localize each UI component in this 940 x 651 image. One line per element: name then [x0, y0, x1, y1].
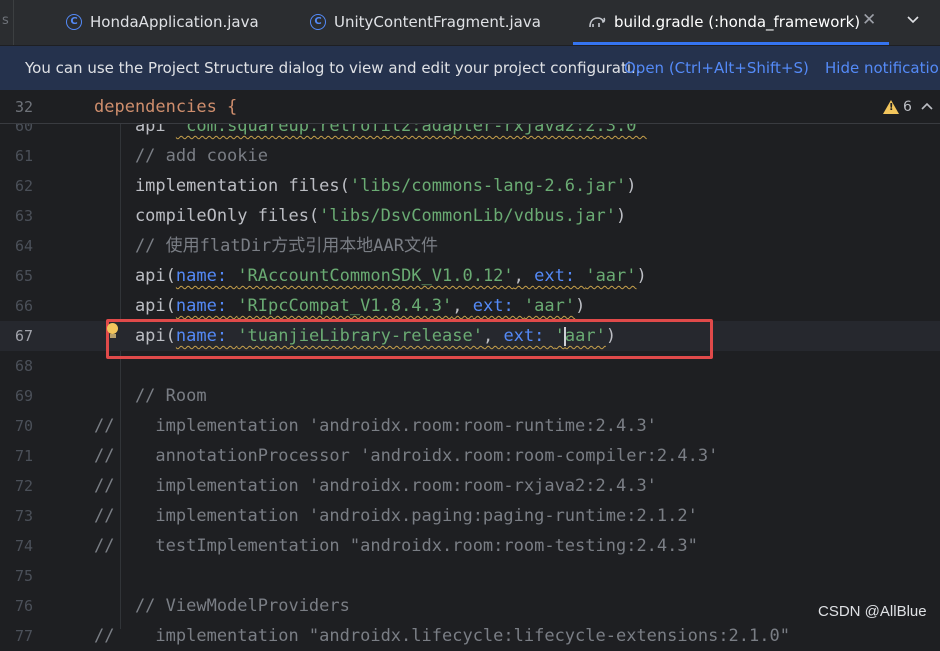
line-number: 69	[15, 387, 34, 405]
hide-notification-link[interactable]: Hide notification	[825, 59, 940, 77]
line-number: 72	[15, 477, 34, 495]
java-class-icon: C	[66, 14, 82, 30]
code-token: // implementation 'androidx.paging:pagin…	[94, 506, 698, 526]
inspection-widget[interactable]: ! 6	[883, 99, 934, 115]
code-token: 'libs/DsvCommonLib/vdbus.jar'	[319, 206, 616, 226]
code-token: 'libs/commons-lang-2.6.jar'	[349, 176, 627, 196]
code-token: api(	[94, 266, 176, 286]
line-number: 76	[15, 597, 34, 615]
code-token: // Room	[94, 386, 207, 406]
java-class-icon: C	[310, 14, 326, 30]
code-token: // 使用flatDir方式引用本地AAR文件	[94, 236, 438, 256]
warning-count: 6	[903, 99, 912, 115]
tab-unity-content-fragment[interactable]: C UnityContentFragment.java	[310, 0, 541, 44]
line-number: 73	[15, 507, 34, 525]
code-token: 'RIpcCompat_V1.8.4.3'	[237, 296, 453, 316]
code-token: 'RAccountCommonSDK_V1.0.12'	[237, 266, 514, 286]
chevron-down-icon[interactable]	[906, 11, 920, 30]
code-token: ext:	[534, 266, 586, 286]
line-number: 71	[15, 447, 34, 465]
sticky-code: dependencies {	[94, 97, 238, 117]
code-token: name:	[175, 296, 238, 316]
code-line: api(name: 'RAccountCommonSDK_V1.0.12', e…	[94, 261, 647, 291]
chevron-up-icon[interactable]	[920, 100, 934, 114]
code-token: )	[626, 176, 637, 196]
code-line: // ViewModelProviders	[94, 591, 350, 621]
code-line: // add cookie	[94, 141, 268, 171]
line-number: 62	[15, 177, 34, 195]
code-token: )	[636, 266, 647, 286]
code-token: ,	[452, 296, 473, 316]
line-number: 66	[15, 297, 34, 315]
watermark: CSDN @AllBlue	[818, 603, 927, 620]
notification-banner: You can use the Project Structure dialog…	[0, 46, 940, 91]
code-token: compileOnly files(	[94, 206, 320, 226]
code-line: api(name: 'RIpcCompat_V1.8.4.3', ext: 'a…	[94, 291, 585, 321]
code-token: )	[575, 296, 586, 316]
line-number: 67	[15, 327, 34, 345]
tab-build-gradle[interactable]: build.gradle (:honda_framework)	[588, 0, 860, 44]
tab-honda-application[interactable]: C HondaApplication.java	[66, 0, 259, 44]
code-token: // implementation 'androidx.room:room-ru…	[94, 416, 657, 436]
code-token: implementation files(	[94, 176, 350, 196]
line-number: 63	[15, 207, 34, 225]
code-token: name:	[175, 266, 238, 286]
code-token: api(	[94, 296, 176, 316]
close-tab-icon[interactable]: ✕	[862, 10, 876, 30]
line-number: 65	[15, 267, 34, 285]
code-line: // annotationProcessor 'androidx.room:ro…	[94, 441, 718, 471]
code-line: // implementation "androidx.lifecycle:li…	[94, 621, 790, 651]
line-number: 70	[15, 417, 34, 435]
line-number: 32	[15, 98, 34, 116]
notification-message: You can use the Project Structure dialog…	[25, 59, 641, 77]
code-token: 'aar'	[523, 296, 576, 316]
warning-icon: !	[883, 100, 899, 114]
editor-tab-bar: s C HondaApplication.java C UnityContent…	[0, 0, 940, 46]
gradle-elephant-icon	[588, 14, 606, 30]
left-panel-stub: s	[0, 0, 14, 45]
line-number: 61	[15, 147, 34, 165]
tab-label: build.gradle (:honda_framework)	[614, 13, 861, 31]
line-number: 74	[15, 537, 34, 555]
tab-label: HondaApplication.java	[90, 13, 259, 31]
code-token: ,	[513, 266, 535, 286]
code-line: // testImplementation "androidx.room:roo…	[94, 531, 698, 561]
code-token: // implementation "androidx.lifecycle:li…	[94, 626, 790, 646]
open-project-structure-link[interactable]: Open (Ctrl+Alt+Shift+S)	[624, 59, 809, 77]
code-token: // annotationProcessor 'androidx.room:ro…	[94, 446, 719, 466]
tab-label: UnityContentFragment.java	[334, 13, 541, 31]
code-token: // add cookie	[94, 146, 268, 166]
code-token: // implementation 'androidx.room:room-rx…	[94, 476, 657, 496]
line-number: 68	[15, 357, 34, 375]
line-number: 77	[15, 627, 34, 645]
code-token: // ViewModelProviders	[94, 596, 350, 616]
code-line: // implementation 'androidx.room:room-rx…	[94, 471, 657, 501]
code-token: ext:	[472, 296, 524, 316]
code-line: // 使用flatDir方式引用本地AAR文件	[94, 231, 438, 261]
line-number: 64	[15, 237, 34, 255]
code-token: // testImplementation "androidx.room:roo…	[94, 536, 698, 556]
line-number: 75	[15, 567, 34, 585]
code-line: compileOnly files('libs/DsvCommonLib/vdb…	[94, 201, 626, 231]
lightbulb-icon[interactable]	[107, 323, 119, 338]
annotation-highlight-box	[106, 319, 713, 359]
sticky-header-line: 32 dependencies {	[0, 91, 940, 124]
code-token: 'aar'	[585, 266, 637, 286]
code-token: )	[615, 206, 627, 226]
code-line: // implementation 'androidx.room:room-ru…	[94, 411, 657, 441]
code-line: // implementation 'androidx.paging:pagin…	[94, 501, 698, 531]
sticky-code-text: dependencies {	[94, 92, 237, 122]
code-editor[interactable]: 32 dependencies { ! 6 60 api 'com.square…	[0, 91, 940, 646]
code-line: implementation files('libs/commons-lang-…	[94, 171, 637, 201]
active-tab-indicator	[573, 42, 889, 45]
code-line: // Room	[94, 381, 207, 411]
